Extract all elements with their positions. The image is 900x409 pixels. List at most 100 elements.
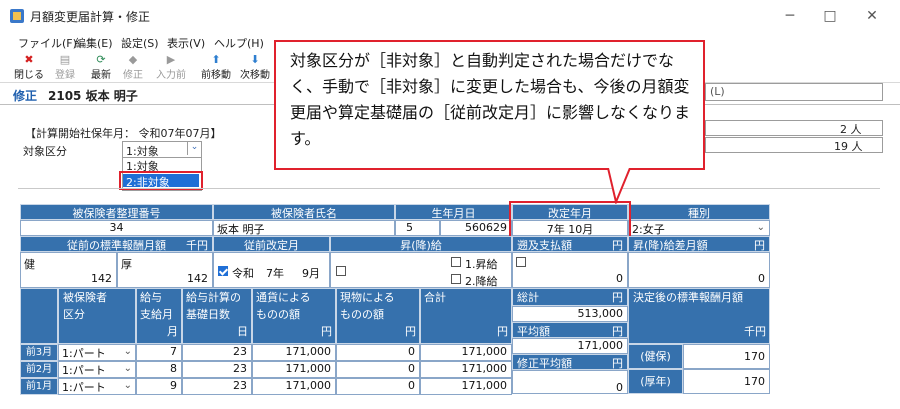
h-insured-no: 被保険者整理番号 xyxy=(20,204,213,220)
h-prev-amount: 従前の標準報酬月額 千円 xyxy=(20,236,213,252)
window-title: 月額変更届計算・修正 xyxy=(30,10,151,24)
close-red-icon: ✖ xyxy=(24,53,34,66)
h-diff: 昇(降)給差月額 円 xyxy=(628,236,770,252)
prev-move-button[interactable]: ⬆ 前移動 xyxy=(199,53,233,81)
prev-rev-cell: 令和 7年 9月 xyxy=(213,252,330,288)
prev-kenko-cell: 健 142 xyxy=(20,252,117,288)
adj-value: 0 xyxy=(512,370,628,394)
h-type: 種別 xyxy=(628,204,770,220)
raise-checkbox[interactable] xyxy=(451,257,461,267)
mode-label: 修正 xyxy=(13,89,38,103)
name-value: 坂本 明子 xyxy=(213,220,395,236)
lower-checkbox[interactable] xyxy=(451,274,461,284)
h-birth: 生年月日 xyxy=(395,204,512,220)
row-month[interactable]: 7 xyxy=(136,344,182,361)
row-cash[interactable]: 171,000 xyxy=(252,344,336,361)
after-kenko-label: (健保) xyxy=(628,344,683,369)
calc-start-label: 【計算開始社保年月： 令和07年07月】 xyxy=(25,127,222,140)
row-kind[interactable]: 0 xyxy=(336,361,420,378)
h-pay: 給与 支給月 月 xyxy=(136,288,182,344)
row-total[interactable]: 171,000 xyxy=(420,361,512,378)
row-total[interactable]: 171,000 xyxy=(420,344,512,361)
updown-checkbox[interactable] xyxy=(336,266,346,276)
employee-label: 2105 坂本 明子 xyxy=(48,89,138,103)
row-days[interactable]: 23 xyxy=(182,344,252,361)
row-month[interactable]: 8 xyxy=(136,361,182,378)
app-icon xyxy=(10,9,24,23)
row-label: 前1月 xyxy=(20,378,58,395)
chevron-down-icon: ⌄ xyxy=(123,380,132,391)
target-select[interactable]: 1:対象 ⌄ xyxy=(122,141,202,158)
row-label: 前2月 xyxy=(20,361,58,378)
row-category-value: 1:パート xyxy=(62,381,106,394)
count-2: 19 人 xyxy=(834,140,863,153)
right-search-field[interactable] xyxy=(705,83,883,101)
type-select[interactable]: 2:女子 ⌄ xyxy=(628,220,770,236)
h-after: 決定後の標準報酬月額 千円 xyxy=(628,288,770,344)
after-kousei: 170 xyxy=(683,369,770,394)
close-tool-button[interactable]: ✖ 閉じる xyxy=(14,53,44,81)
h-cat: 被保険者 区分 xyxy=(58,288,136,344)
refresh-icon: ⟳ xyxy=(96,53,106,66)
before-input-icon: ▶ xyxy=(166,53,176,66)
maximize-button[interactable]: □ xyxy=(810,4,850,28)
birth-era: 5 xyxy=(395,220,440,236)
menu-settings[interactable]: 設定(S) xyxy=(121,35,159,51)
row-category-value: 1:パート xyxy=(62,364,106,377)
h-avg: 平均額 円 xyxy=(512,322,628,338)
updown-cell: 1.昇給 2.降給 xyxy=(330,252,512,288)
birth-value: 560629 xyxy=(440,220,512,236)
h-blank xyxy=(20,288,58,344)
count-1: 2 人 xyxy=(840,123,862,136)
h-cash: 通貨による ものの額 円 xyxy=(252,288,336,344)
callout-text: 対象区分が［非対象］と自動判定された場合だけでなく、手動で［非対象］に変更した場… xyxy=(290,51,691,148)
menu-edit[interactable]: 編集(E) xyxy=(75,35,113,51)
row-month[interactable]: 9 xyxy=(136,378,182,395)
minimize-button[interactable]: ─ xyxy=(770,4,810,28)
chevron-down-icon[interactable]: ⌄ xyxy=(187,142,201,155)
register-button[interactable]: ▤ 登録 xyxy=(50,53,80,81)
edit-icon: ◆ xyxy=(128,53,138,66)
menu-help[interactable]: ヘルプ(H) xyxy=(214,35,264,51)
row-label: 前3月 xyxy=(20,344,58,361)
row-cash[interactable]: 171,000 xyxy=(252,361,336,378)
prev-icon: ⬆ xyxy=(211,53,221,66)
chevron-down-icon: ⌄ xyxy=(123,363,132,374)
register-icon: ▤ xyxy=(59,53,71,66)
diff-cell: 0 xyxy=(628,252,770,288)
prev-rev-checkbox[interactable] xyxy=(218,266,228,276)
h-kind: 現物による ものの額 円 xyxy=(336,288,420,344)
avg-value: 171,000 xyxy=(512,338,628,354)
h-updown: 昇(降)給 xyxy=(330,236,512,252)
row-kind[interactable]: 0 xyxy=(336,378,420,395)
chevron-down-icon: ⌄ xyxy=(756,222,765,233)
prev-kousei-cell: 厚 142 xyxy=(117,252,213,288)
after-kenko: 170 xyxy=(683,344,770,369)
after-kousei-label: (厚年) xyxy=(628,369,683,394)
row-cash[interactable]: 171,000 xyxy=(252,378,336,395)
row-days[interactable]: 23 xyxy=(182,361,252,378)
h-name: 被保険者氏名 xyxy=(213,204,395,220)
divider xyxy=(18,188,880,189)
before-input-button[interactable]: ▶ 入力前 xyxy=(154,53,188,81)
next-icon: ⬇ xyxy=(250,53,260,66)
row-category-select[interactable]: 1:パート ⌄ xyxy=(58,361,136,378)
menu-file[interactable]: ファイル(F) xyxy=(18,35,77,51)
refresh-button[interactable]: ⟳ 最新 xyxy=(86,53,116,81)
next-move-button[interactable]: ⬇ 次移動 xyxy=(238,53,272,81)
retro-checkbox[interactable] xyxy=(516,257,526,267)
row-category-select[interactable]: 1:パート ⌄ xyxy=(58,378,136,395)
right-hint: (L) xyxy=(710,85,725,98)
row-days[interactable]: 23 xyxy=(182,378,252,395)
h-prev-rev: 従前改定月 xyxy=(213,236,330,252)
row-total[interactable]: 171,000 xyxy=(420,378,512,395)
h-days: 給与計算の 基礎日数 日 xyxy=(182,288,252,344)
h-retro: 遡及支払額 円 xyxy=(512,236,628,252)
insured-no: 34 xyxy=(20,220,213,236)
row-category-select[interactable]: 1:パート ⌄ xyxy=(58,344,136,361)
h-adjavg: 修正平均額 円 xyxy=(512,354,628,370)
menu-view[interactable]: 表示(V) xyxy=(167,35,205,51)
close-window-button[interactable]: ✕ xyxy=(852,4,892,28)
row-kind[interactable]: 0 xyxy=(336,344,420,361)
edit-button[interactable]: ◆ 修正 xyxy=(118,53,148,81)
